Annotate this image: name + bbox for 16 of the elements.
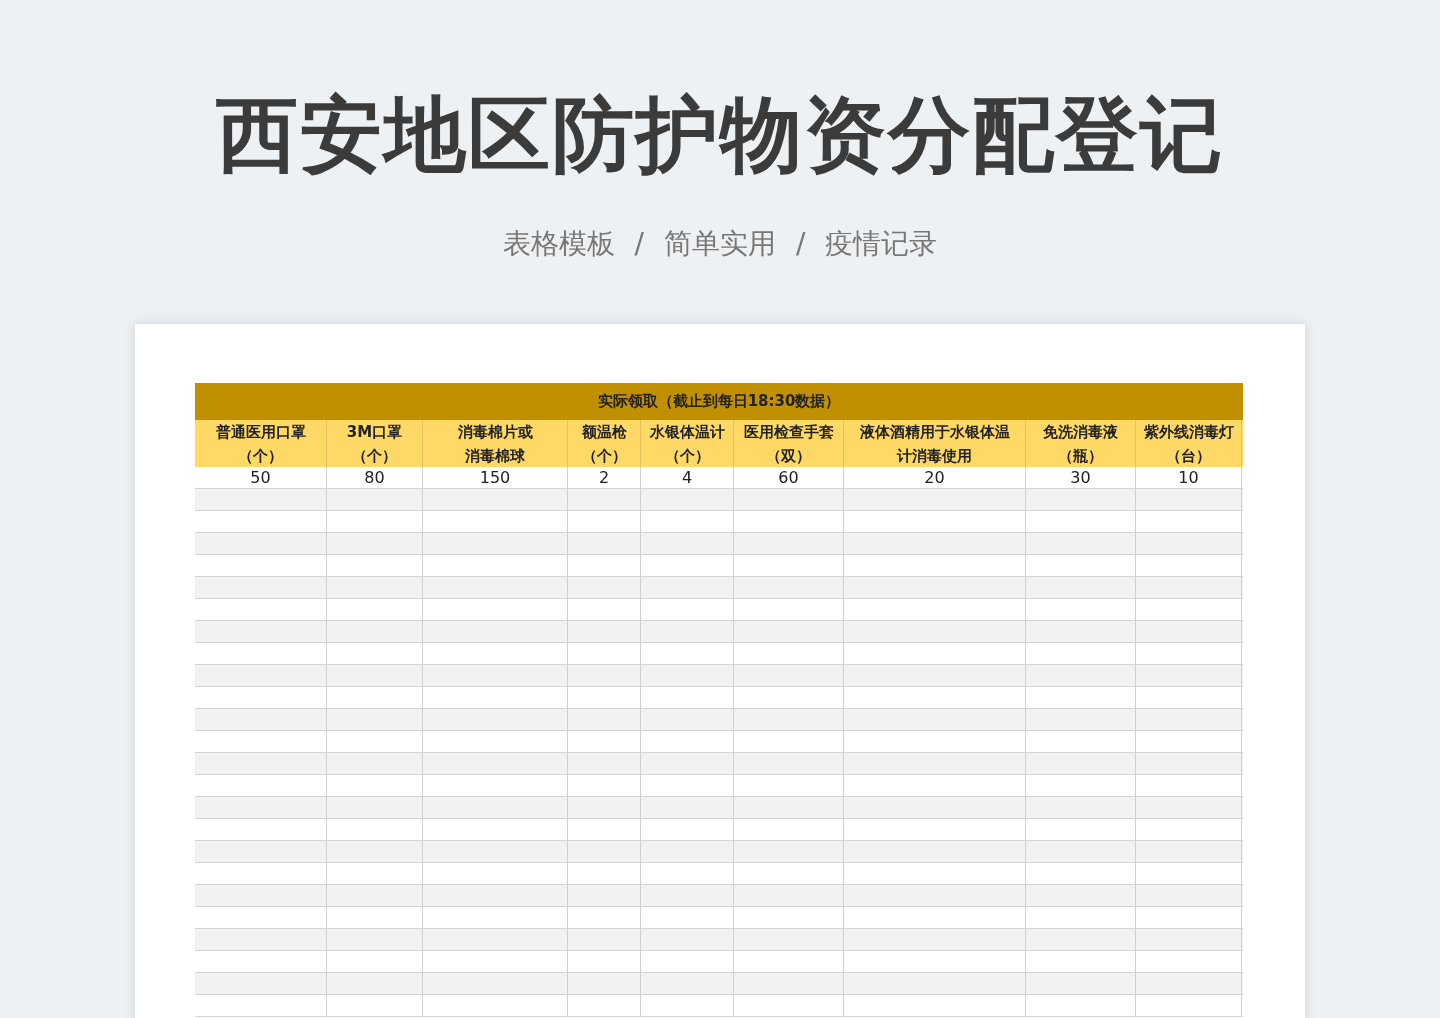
table-cell: 30 [1026,467,1136,488]
page-title: 西安地区防护物资分配登记 [216,88,1224,182]
subtitle-text: 表格模板 [502,226,615,262]
table-cell: 50 [195,467,327,488]
subtitle-text: / [634,226,644,262]
table-cell: 150 [423,467,568,488]
table-cell: 20 [844,467,1026,488]
subtitle-text: / [796,226,806,262]
table-cell: 80 [327,467,423,488]
group-header: 实际领取（截止到每日18:30数据） [195,383,1243,420]
table-cell: 60 [734,467,844,488]
table-cell: 4 [641,467,734,488]
table-cell: 2 [568,467,641,488]
table-cell: 10 [1136,467,1242,488]
subtitle-text: 简单实用 [664,226,776,262]
subtitle-text: 疫情记录 [825,226,938,262]
